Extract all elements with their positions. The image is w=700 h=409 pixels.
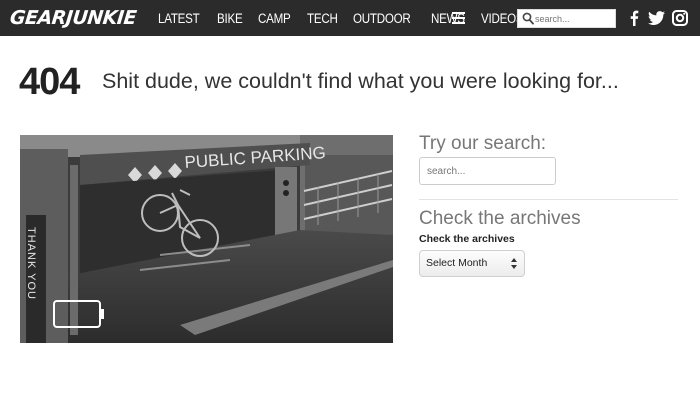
nav-item-tech[interactable]: TECH (307, 11, 338, 26)
nav-item-latest[interactable]: LATEST (158, 11, 200, 26)
header-search[interactable] (517, 9, 616, 28)
archives-label: Check the archives (419, 233, 515, 245)
site-logo[interactable]: GEARJUNKIE (9, 7, 137, 29)
main-nav: LATEST BIKE CAMP TECH OUTDOOR NEWS VIDEO… (158, 0, 542, 36)
error-message: Shit dude, we couldn't find what you wer… (102, 69, 619, 93)
nav-item-outdoor[interactable]: OUTDOOR (353, 11, 411, 26)
nav-item-bike[interactable]: BIKE (217, 11, 243, 26)
archives-month-select[interactable]: Select Month (419, 250, 525, 277)
archives-select-value: Select Month (426, 257, 488, 269)
error-code: 404 (19, 61, 80, 103)
pillar-text: THANK YOU (25, 227, 37, 300)
site-header: GEARJUNKIE LATEST BIKE CAMP TECH OUTDOOR… (0, 0, 700, 36)
divider (419, 199, 678, 200)
header-search-input[interactable] (535, 11, 613, 26)
error-image: PUBLIC PARKING THANK YOU (20, 135, 393, 343)
facebook-icon[interactable] (629, 10, 639, 26)
sidebar-search-input[interactable] (419, 157, 556, 185)
archives-heading: Check the archives (419, 208, 581, 229)
search-icon (522, 12, 534, 25)
twitter-icon[interactable] (648, 10, 665, 26)
instagram-icon[interactable] (672, 10, 688, 26)
menu-icon[interactable] (452, 12, 465, 24)
nav-item-camp[interactable]: CAMP (258, 11, 291, 26)
search-heading: Try our search: (419, 133, 547, 154)
select-arrows-icon (511, 258, 517, 269)
